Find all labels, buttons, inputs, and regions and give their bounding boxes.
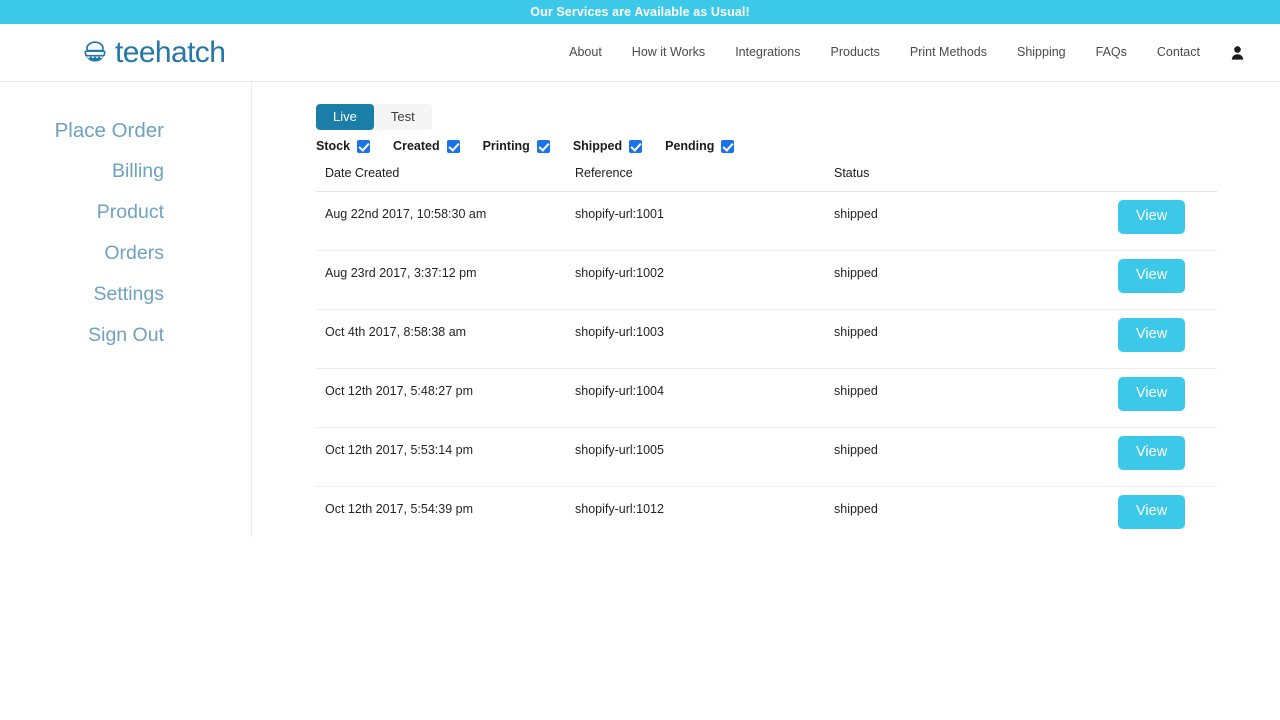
cell-reference: shopify-url:1004 — [566, 369, 825, 428]
checkbox-stock[interactable] — [357, 140, 370, 153]
nav-item-how-it-works[interactable]: How it Works — [617, 46, 720, 59]
cell-date: Oct 12th 2017, 5:48:27 pm — [316, 369, 566, 428]
cell-date: Aug 22nd 2017, 10:58:30 am — [316, 192, 566, 251]
view-button[interactable]: View — [1118, 200, 1185, 234]
checkbox-printing[interactable] — [537, 140, 550, 153]
cell-action: View — [1109, 428, 1217, 487]
column-header-reference: Reference — [566, 166, 825, 192]
cell-date: Oct 4th 2017, 8:58:38 am — [316, 310, 566, 369]
view-button[interactable]: View — [1118, 259, 1185, 293]
tab-live[interactable]: Live — [316, 104, 374, 130]
table-row: Oct 12th 2017, 5:53:14 pm shopify-url:10… — [316, 428, 1217, 487]
view-button[interactable]: View — [1118, 377, 1185, 411]
table-row: Oct 12th 2017, 5:48:27 pm shopify-url:10… — [316, 369, 1217, 428]
cell-status: shipped — [825, 192, 1109, 251]
primary-nav: About How it Works Integrations Products… — [554, 46, 1252, 60]
user-icon — [1231, 46, 1244, 60]
filter-shipped: Shipped — [573, 140, 642, 153]
orders-table-body: Aug 22nd 2017, 10:58:30 am shopify-url:1… — [316, 192, 1217, 546]
cell-status: shipped — [825, 310, 1109, 369]
filter-pending: Pending — [665, 140, 734, 153]
cell-reference: shopify-url:1002 — [566, 251, 825, 310]
sidebar-link-place-order[interactable]: Place Order — [55, 110, 164, 151]
checkbox-created[interactable] — [447, 140, 460, 153]
checkbox-pending[interactable] — [721, 140, 734, 153]
brand-logo-link[interactable]: teehatch — [82, 38, 225, 68]
cell-action: View — [1109, 192, 1217, 251]
table-row: Oct 4th 2017, 8:58:38 am shopify-url:100… — [316, 310, 1217, 369]
nav-item-integrations[interactable]: Integrations — [720, 46, 815, 59]
filter-label-stock: Stock — [316, 140, 350, 153]
cell-reference: shopify-url:1003 — [566, 310, 825, 369]
filter-created: Created — [393, 140, 460, 153]
egg-hatch-icon — [82, 41, 108, 65]
brand-name: teehatch — [115, 38, 225, 68]
site-header: teehatch About How it Works Integrations… — [0, 24, 1280, 82]
table-row: Aug 23rd 2017, 3:37:12 pm shopify-url:10… — [316, 251, 1217, 310]
cell-status: shipped — [825, 369, 1109, 428]
status-filters: Stock Created Printing Shipped Pending — [316, 140, 1280, 153]
cell-reference: shopify-url:1012 — [566, 487, 825, 546]
cell-reference: shopify-url:1001 — [566, 192, 825, 251]
column-header-date-created: Date Created — [316, 166, 566, 192]
filter-label-shipped: Shipped — [573, 140, 622, 153]
cell-reference: shopify-url:1005 — [566, 428, 825, 487]
cell-status: shipped — [825, 251, 1109, 310]
orders-table: Date Created Reference Status Aug 22nd 2… — [316, 166, 1217, 546]
view-button[interactable]: View — [1118, 318, 1185, 352]
announcement-bar: Our Services are Available as Usual! — [0, 0, 1280, 24]
cell-date: Oct 12th 2017, 5:53:14 pm — [316, 428, 566, 487]
cell-status: shipped — [825, 428, 1109, 487]
nav-item-products[interactable]: Products — [816, 46, 895, 59]
checkbox-shipped[interactable] — [629, 140, 642, 153]
filter-printing: Printing — [483, 140, 550, 153]
sidebar-item-product[interactable]: Product — [0, 192, 251, 233]
cell-date: Aug 23rd 2017, 3:37:12 pm — [316, 251, 566, 310]
sidebar-list: Place Order Billing Product Orders Setti… — [0, 110, 251, 356]
cell-action: View — [1109, 310, 1217, 369]
table-row: Oct 12th 2017, 5:54:39 pm shopify-url:10… — [316, 487, 1217, 546]
cell-date: Oct 12th 2017, 5:54:39 pm — [316, 487, 566, 546]
sidebar-link-orders[interactable]: Orders — [104, 233, 164, 274]
nav-item-about[interactable]: About — [554, 46, 617, 59]
cell-action: View — [1109, 251, 1217, 310]
account-button[interactable] — [1215, 46, 1252, 60]
nav-item-shipping[interactable]: Shipping — [1002, 46, 1081, 59]
environment-toggle: Live Test — [316, 104, 432, 130]
nav-item-faqs[interactable]: FAQs — [1081, 46, 1142, 59]
sidebar-link-settings[interactable]: Settings — [94, 274, 164, 315]
sidebar-link-sign-out[interactable]: Sign Out — [88, 315, 164, 356]
announcement-text: Our Services are Available as Usual! — [530, 5, 749, 19]
sidebar-item-billing[interactable]: Billing — [0, 151, 251, 192]
page-body: Place Order Billing Product Orders Setti… — [0, 82, 1280, 720]
cell-status: shipped — [825, 487, 1109, 546]
nav-item-print-methods[interactable]: Print Methods — [895, 46, 1002, 59]
filter-stock: Stock — [316, 140, 370, 153]
cell-action: View — [1109, 369, 1217, 428]
column-header-actions — [1109, 166, 1217, 192]
sidebar-link-billing[interactable]: Billing — [112, 151, 164, 192]
table-row: Aug 22nd 2017, 10:58:30 am shopify-url:1… — [316, 192, 1217, 251]
sidebar-item-place-order[interactable]: Place Order — [0, 110, 251, 151]
filter-label-pending: Pending — [665, 140, 714, 153]
sidebar-item-orders[interactable]: Orders — [0, 233, 251, 274]
orders-main: Live Test Stock Created Printing Shipped… — [252, 82, 1280, 546]
sidebar-item-sign-out[interactable]: Sign Out — [0, 315, 251, 356]
table-header-row: Date Created Reference Status — [316, 166, 1217, 192]
view-button[interactable]: View — [1118, 436, 1185, 470]
cell-action: View — [1109, 487, 1217, 546]
nav-item-contact[interactable]: Contact — [1142, 46, 1215, 59]
filter-label-created: Created — [393, 140, 440, 153]
filter-label-printing: Printing — [483, 140, 530, 153]
view-button[interactable]: View — [1118, 495, 1185, 529]
orders-table-head: Date Created Reference Status — [316, 166, 1217, 192]
column-header-status: Status — [825, 166, 1109, 192]
sidebar-link-product[interactable]: Product — [97, 192, 164, 233]
sidebar-item-settings[interactable]: Settings — [0, 274, 251, 315]
tab-test[interactable]: Test — [374, 104, 432, 130]
account-sidebar: Place Order Billing Product Orders Setti… — [0, 82, 252, 537]
